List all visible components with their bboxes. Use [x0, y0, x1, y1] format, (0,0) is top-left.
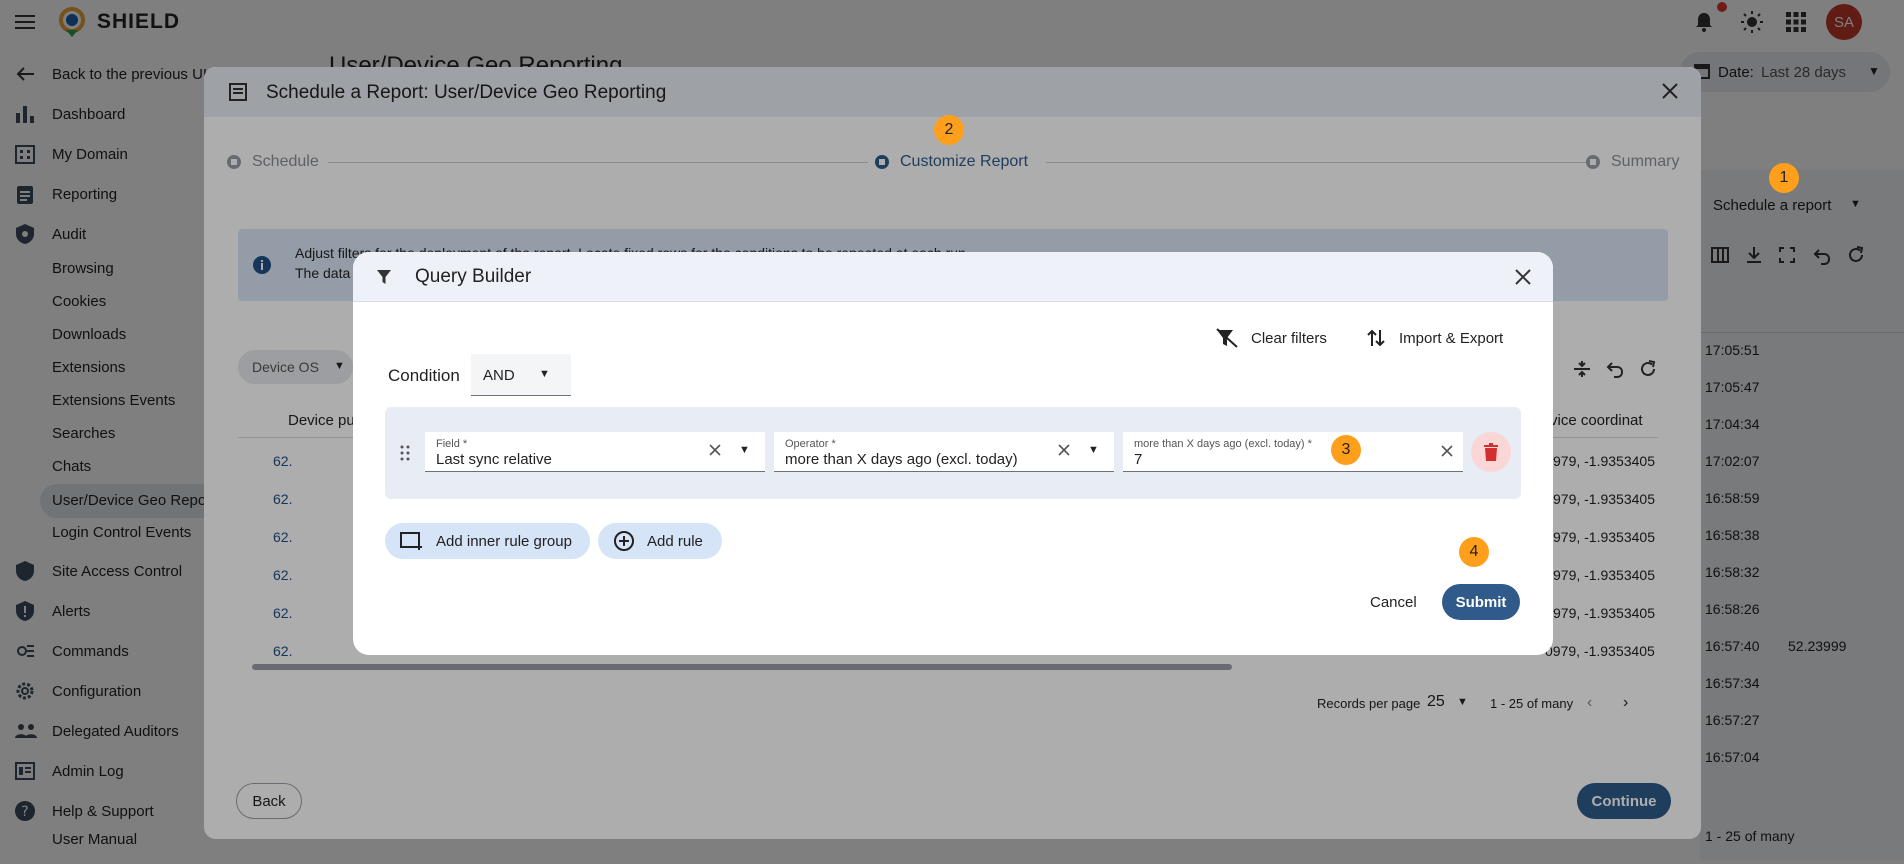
field-value: Last sync relative	[436, 451, 552, 468]
filter-off-icon	[1215, 328, 1239, 348]
query-builder-dialog: Query Builder Clear filters Import & Exp…	[353, 252, 1553, 655]
add-group-icon	[400, 531, 424, 551]
value-label: more than X days ago (excl. today) *	[1134, 438, 1312, 450]
cancel-button[interactable]: Cancel	[1370, 594, 1417, 611]
drag-handle-icon[interactable]	[399, 445, 411, 461]
clear-filters-button[interactable]: Clear filters	[1215, 324, 1335, 352]
import-export-label: Import & Export	[1399, 329, 1504, 347]
chevron-down-icon[interactable]: ▼	[739, 444, 750, 456]
clear-icon[interactable]	[1058, 444, 1070, 456]
clear-icon[interactable]	[1441, 445, 1453, 457]
clear-icon[interactable]	[709, 444, 721, 456]
step-badge: 2	[934, 115, 964, 145]
add-circle-icon	[613, 530, 635, 552]
step-badge: 3	[1331, 435, 1361, 465]
condition-select[interactable]: AND ▼	[471, 354, 571, 396]
close-icon[interactable]	[1514, 268, 1532, 286]
filter-icon	[376, 269, 392, 285]
query-builder-header: Query Builder	[353, 252, 1553, 302]
add-rule-label: Add rule	[647, 532, 703, 550]
value-input[interactable]: more than X days ago (excl. today) * 7	[1123, 432, 1463, 472]
condition-label: Condition	[388, 366, 460, 385]
operator-select[interactable]: Operator * more than X days ago (excl. t…	[774, 432, 1114, 472]
add-group-label: Add inner rule group	[436, 532, 572, 550]
step-badge: 4	[1459, 537, 1489, 567]
add-inner-rule-group-button[interactable]: Add inner rule group	[385, 523, 590, 559]
operator-value: more than X days ago (excl. today)	[785, 451, 1018, 468]
query-builder-title: Query Builder	[415, 266, 532, 287]
submit-button[interactable]: Submit	[1442, 584, 1520, 620]
chevron-down-icon: ▼	[539, 368, 550, 380]
add-rule-button[interactable]: Add rule	[598, 523, 722, 559]
trash-icon	[1484, 443, 1498, 461]
swap-vert-icon	[1367, 328, 1385, 348]
step-badge: 1	[1769, 163, 1799, 193]
field-label: Field *	[436, 438, 468, 450]
operator-label: Operator *	[785, 438, 836, 450]
delete-rule-button[interactable]	[1471, 432, 1511, 472]
value-value: 7	[1134, 451, 1143, 468]
clear-filters-label: Clear filters	[1251, 329, 1327, 347]
chevron-down-icon[interactable]: ▼	[1088, 444, 1099, 456]
condition-value: AND	[483, 367, 515, 384]
import-export-button[interactable]: Import & Export	[1367, 324, 1517, 352]
field-select[interactable]: Field * Last sync relative ▼	[425, 432, 765, 472]
